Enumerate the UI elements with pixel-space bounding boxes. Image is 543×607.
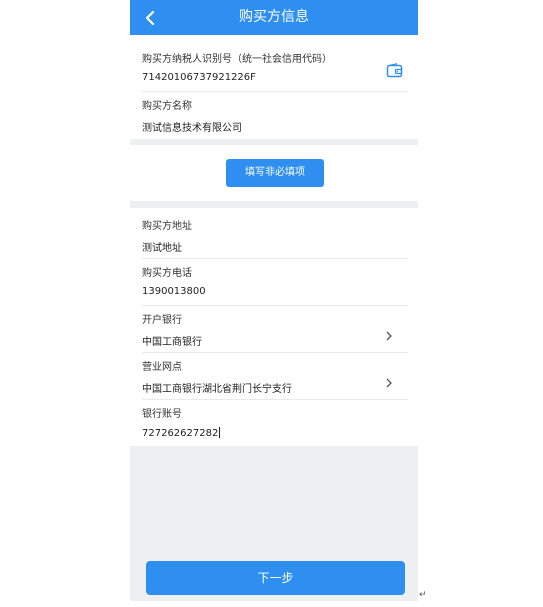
phone-field[interactable]: 购买方电话 1390013800 (142, 259, 408, 306)
bank-field[interactable]: 开户银行 中国工商银行 (142, 306, 408, 353)
bank-label: 开户银行 (142, 315, 182, 326)
address-value: 测试地址 (142, 243, 182, 254)
buyer-name-value: 测试信息技术有限公司 (142, 123, 242, 134)
next-step-button[interactable]: 下一步 (146, 561, 405, 595)
branch-value: 中国工商银行湖北省荆门长宁支行 (142, 384, 292, 395)
address-field[interactable]: 购买方地址 测试地址 (142, 212, 408, 259)
tax-id-field[interactable]: 购买方纳税人识别号（统一社会信用代码） 71420106737921226F (142, 45, 408, 92)
fill-optional-button[interactable]: 填写非必填项 (226, 159, 324, 187)
phone-value: 1390013800 (142, 286, 206, 297)
buyer-name-field[interactable]: 购买方名称 测试信息技术有限公司 (142, 92, 408, 138)
optional-toggle-card: 填写非必填项 (130, 145, 418, 201)
return-mark: ↵ (419, 590, 427, 600)
app-header: 购买方信息 (130, 0, 418, 35)
tax-id-value: 71420106737921226F (142, 72, 256, 83)
phone-label: 购买方电话 (142, 268, 192, 279)
phone-screen: 购买方信息 购买方纳税人识别号（统一社会信用代码） 71420106737921… (130, 0, 418, 601)
account-field[interactable]: 银行账号 727262627282 (142, 400, 408, 446)
bank-value: 中国工商银行 (142, 337, 202, 348)
buyer-required-card: 购买方纳税人识别号（统一社会信用代码） 71420106737921226F 购… (130, 35, 418, 139)
chevron-right-icon (384, 326, 394, 341)
buyer-name-label: 购买方名称 (142, 101, 192, 112)
account-label: 银行账号 (142, 409, 182, 420)
tax-id-label: 购买方纳税人识别号（统一社会信用代码） (142, 54, 332, 65)
address-label: 购买方地址 (142, 221, 192, 232)
account-value[interactable]: 727262627282 (142, 427, 220, 439)
wallet-icon[interactable] (386, 63, 404, 79)
chevron-right-icon (384, 373, 394, 388)
branch-label: 营业网点 (142, 362, 182, 373)
buyer-optional-card: 购买方地址 测试地址 购买方电话 1390013800 开户银行 中国工商银行 … (130, 208, 418, 446)
page-title: 购买方信息 (239, 9, 309, 25)
branch-field[interactable]: 营业网点 中国工商银行湖北省荆门长宁支行 (142, 353, 408, 400)
